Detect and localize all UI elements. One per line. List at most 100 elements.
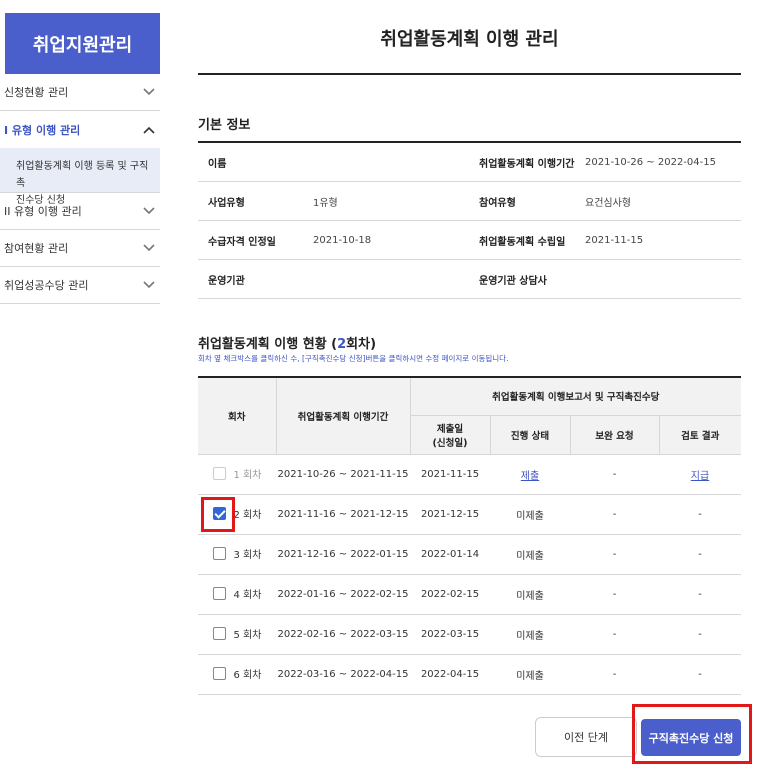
review-cell: -	[659, 494, 741, 535]
round-label: 2 회차	[233, 509, 262, 521]
header-period: 취업활동계획 이행기간	[275, 376, 411, 455]
review-link[interactable]: 지급	[691, 471, 709, 482]
plan-status-title-prefix: 취업활동계획 이행 현황 (	[198, 337, 338, 352]
round-checkbox[interactable]	[212, 586, 226, 600]
header-submit-date-line1: 제출일	[436, 423, 464, 435]
review-cell: -	[659, 614, 741, 655]
round-label: 1 회차	[233, 469, 262, 481]
info-label: 사업유형	[208, 197, 245, 209]
table-row: 2 회차 2021-11-16 ~ 2021-12-15 2021-12-15 …	[198, 494, 741, 535]
status-cell: 미제출	[490, 534, 570, 575]
sidebar-item-label: 신청현황 관리	[4, 86, 69, 99]
status-link[interactable]: 제출	[521, 471, 539, 482]
status-cell: 미제출	[490, 614, 570, 655]
plan-status-note: 회차 옆 체크박스를 클릭하신 수, [구직촉진수당 신청]버튼을 클릭하시면 …	[198, 354, 509, 363]
info-label: 운영기관	[208, 275, 245, 287]
info-label: 이름	[208, 158, 227, 170]
period-cell: 2022-01-16 ~ 2022-02-15	[276, 574, 410, 615]
round-checkbox[interactable]	[212, 626, 226, 640]
submit-date-cell: 2022-04-15	[410, 654, 490, 695]
submit-date-cell: 2022-01-14	[410, 534, 490, 575]
round-checkbox	[212, 466, 226, 480]
round-checkbox[interactable]	[212, 666, 226, 680]
period-cell: 2022-03-16 ~ 2022-04-15	[276, 654, 410, 695]
sidebar: 취업지원관리 신청현황 관리 I 유형 이행 관리 취업활동계획 이행 등록 및…	[0, 0, 160, 769]
round-cell: 4 회차	[212, 586, 261, 601]
info-row: 사업유형 1유형 참여유형 요건심사형	[198, 182, 741, 221]
info-value: 요건심사형	[585, 197, 631, 209]
round-cell: 6 회차	[212, 666, 261, 681]
info-label: 참여유형	[479, 197, 516, 209]
info-value: 2021-10-26 ~ 2022-04-15	[585, 156, 716, 168]
page-title: 취업활동계획 이행 관리	[380, 29, 559, 50]
header-status: 진행 상태	[489, 414, 571, 455]
info-row: 수급자격 인정일 2021-10-18 취업활동계획 수립일 2021-11-1…	[198, 221, 741, 260]
round-checkbox[interactable]	[212, 546, 226, 560]
table-row: 1 회차 2021-10-26 ~ 2021-11-15 2021-11-15 …	[198, 454, 741, 495]
sidebar-item-application-status[interactable]: 신청현황 관리	[0, 74, 160, 111]
round-label: 3 회차	[233, 549, 262, 561]
sidebar-menu: 신청현황 관리 I 유형 이행 관리 취업활동계획 이행 등록 및 구직촉 진수…	[0, 74, 160, 304]
sidebar-item-participation-status[interactable]: 참여현황 관리	[0, 230, 160, 267]
status-cell: 미제출	[490, 494, 570, 535]
sidebar-subitem-plan-registration[interactable]: 취업활동계획 이행 등록 및 구직촉 진수당 신청	[0, 148, 160, 206]
chevron-down-icon	[142, 85, 156, 99]
sidebar-item-success-allowance[interactable]: 취업성공수당 관리	[0, 267, 160, 304]
chevron-down-icon	[142, 204, 156, 218]
chevron-down-icon	[142, 241, 156, 255]
submit-date-cell: 2021-12-15	[410, 494, 490, 535]
info-label: 취업활동계획 이행기간	[479, 158, 575, 170]
header-submit-date: 제출일 (신청일)	[410, 414, 491, 455]
supplement-cell: -	[570, 574, 659, 615]
info-value: 2021-10-18	[313, 234, 372, 246]
period-cell: 2021-10-26 ~ 2021-11-15	[276, 454, 410, 495]
header-supplement: 보완 요청	[569, 414, 660, 455]
status-cell: 미제출	[490, 654, 570, 695]
sidebar-item-label: 참여현황 관리	[4, 242, 69, 255]
submenu-label-line1: 취업활동계획 이행 등록 및 구직촉	[16, 161, 149, 189]
supplement-cell: -	[570, 534, 659, 575]
review-cell: -	[659, 574, 741, 615]
supplement-cell: -	[570, 494, 659, 535]
checkbox-highlight-box	[201, 497, 235, 532]
period-cell: 2021-11-16 ~ 2021-12-15	[276, 494, 410, 535]
info-value: 2021-11-15	[585, 234, 644, 246]
review-cell: -	[659, 654, 741, 695]
supplement-cell: -	[570, 614, 659, 655]
button-highlight-box	[632, 704, 752, 764]
info-row: 운영기관 운영기관 상담사	[198, 260, 741, 299]
sidebar-item-label: 취업성공수당 관리	[4, 279, 89, 292]
review-cell: -	[659, 534, 741, 575]
table-row: 4 회차 2022-01-16 ~ 2022-02-15 2022-02-15 …	[198, 574, 741, 615]
round-cell: 1 회차	[212, 466, 262, 481]
sidebar-title: 취업지원관리	[5, 13, 160, 74]
submit-date-cell: 2021-11-15	[410, 454, 490, 495]
submit-date-cell: 2022-02-15	[410, 574, 490, 615]
basic-info-table: 이름 취업활동계획 이행기간 2021-10-26 ~ 2022-04-15 사…	[198, 141, 741, 299]
info-value: 1유형	[313, 197, 338, 209]
period-cell: 2021-12-16 ~ 2022-01-15	[276, 534, 410, 575]
info-label: 운영기관 상담사	[479, 275, 547, 287]
title-divider	[198, 73, 741, 75]
round-cell: 3 회차	[212, 546, 262, 561]
chevron-up-icon	[142, 123, 156, 137]
info-label: 취업활동계획 수립일	[479, 236, 566, 248]
table-row: 5 회차 2022-02-16 ~ 2022-03-15 2022-03-15 …	[198, 614, 741, 655]
header-report-group: 취업활동계획 이행보고서 및 구직촉진수당	[409, 376, 741, 416]
period-cell: 2022-02-16 ~ 2022-03-15	[276, 614, 410, 655]
status-cell: 미제출	[490, 574, 570, 615]
supplement-cell: -	[570, 654, 659, 695]
prev-step-button[interactable]: 이전 단계	[535, 717, 637, 757]
basic-info-title: 기본 정보	[198, 118, 251, 133]
round-cell: 5 회차	[212, 626, 262, 641]
plan-status-title-suffix: 회차)	[346, 337, 377, 352]
plan-status-table: 회차 취업활동계획 이행기간 취업활동계획 이행보고서 및 구직촉진수당 제출일…	[198, 376, 741, 695]
supplement-cell: -	[570, 454, 659, 495]
round-label: 5 회차	[233, 629, 262, 641]
submit-date-cell: 2022-03-15	[410, 614, 490, 655]
sidebar-item-type1-management[interactable]: I 유형 이행 관리	[0, 111, 160, 148]
plan-status-count: 2	[337, 337, 347, 352]
header-submit-date-line2: (신청일)	[432, 437, 468, 449]
sidebar-item-label: I 유형 이행 관리	[4, 123, 81, 137]
header-round: 회차	[198, 376, 277, 455]
